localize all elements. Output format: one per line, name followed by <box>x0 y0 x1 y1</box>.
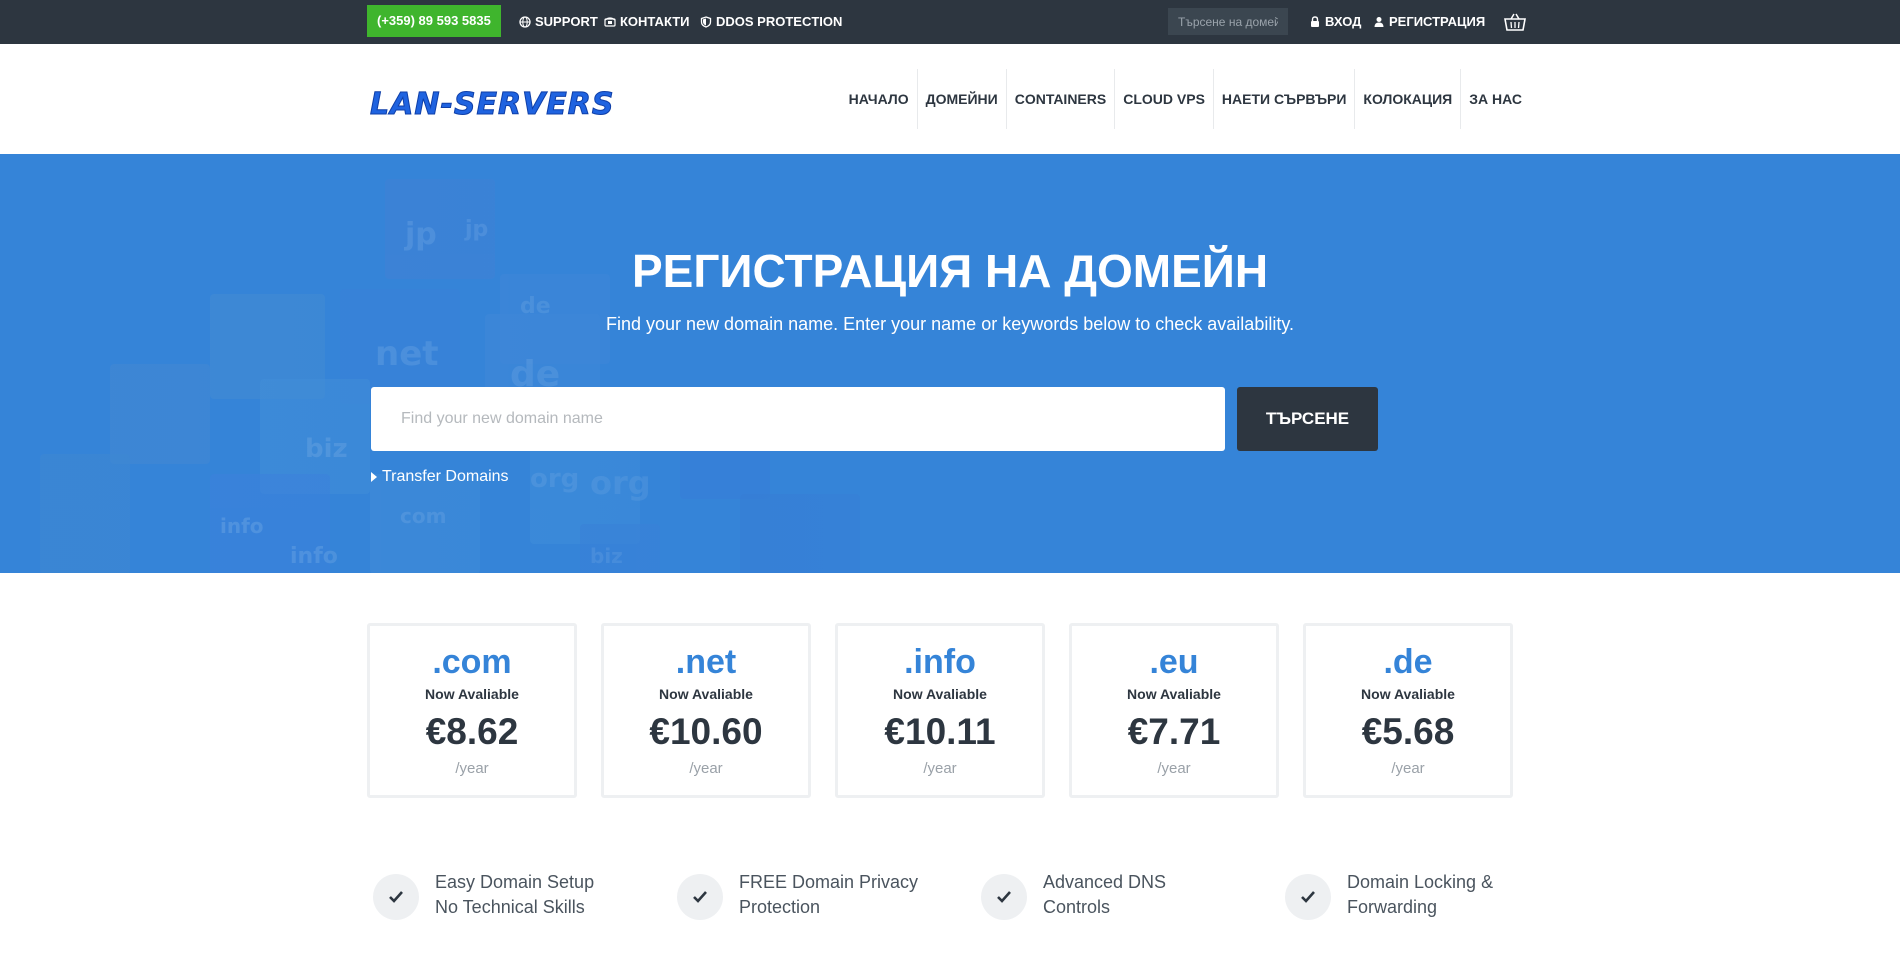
feature-line: Advanced DNS <box>1043 872 1167 892</box>
feature-line: Domain Locking & <box>1347 872 1494 892</box>
nav-item-dedicated-servers[interactable]: НАЕТИ СЪРВЪРИ <box>1212 69 1355 129</box>
check-circle <box>373 874 419 920</box>
tld-card-de[interactable]: .de Now Avaliable €5.68 /year <box>1303 623 1513 798</box>
login-link[interactable]: ВХОД <box>1309 0 1361 44</box>
tld-status: Now Avaliable <box>1127 686 1221 702</box>
tld-price: €10.11 <box>884 711 996 752</box>
feature-line: FREE Domain Privacy <box>739 872 919 892</box>
tld-card-eu[interactable]: .eu Now Avaliable €7.71 /year <box>1069 623 1279 798</box>
tld-pricing-list: .com Now Avaliable €8.62 /year .net Now … <box>367 623 1513 798</box>
check-circle <box>1285 874 1331 920</box>
support-link[interactable]: SUPPORT <box>519 0 598 44</box>
tld-status: Now Avaliable <box>1361 686 1455 702</box>
caret-right-icon <box>371 472 377 482</box>
feature-text: Easy Domain Setup No Technical Skills <box>435 870 594 920</box>
tld-period: /year <box>1391 760 1425 777</box>
phone-button[interactable]: (+359) 89 593 5835 <box>367 5 501 37</box>
phone-icon <box>604 17 616 27</box>
feature-line: Easy Domain Setup <box>435 872 595 892</box>
tld-period: /year <box>1157 760 1191 777</box>
top-bar: (+359) 89 593 5835 SUPPORT КОНТАКТИ DDOS… <box>0 0 1900 44</box>
feature-item: FREE Domain Privacy Protection <box>677 870 918 920</box>
globe-icon <box>519 16 531 28</box>
tld-price: €8.62 <box>425 711 519 752</box>
tld-name: .info <box>904 643 976 681</box>
nav-item-about[interactable]: ЗА НАС <box>1460 69 1530 129</box>
tld-name: .eu <box>1149 643 1199 681</box>
tld-price: €5.68 <box>1361 711 1455 752</box>
feature-text: FREE Domain Privacy Protection <box>739 870 918 920</box>
check-icon <box>693 891 707 903</box>
hero-section: jpjp de net de biz orgorg name infoinfo … <box>0 154 1900 573</box>
check-icon <box>1301 891 1315 903</box>
tld-price: €7.71 <box>1127 711 1221 752</box>
support-label: SUPPORT <box>535 14 598 29</box>
tld-period: /year <box>689 760 723 777</box>
check-icon <box>389 891 403 903</box>
main-nav: НАЧАЛО ДОМЕЙНИ CONTAINERS CLOUD VPS НАЕТ… <box>841 44 1530 154</box>
nav-item-domains[interactable]: ДОМЕЙНИ <box>916 69 1006 129</box>
contacts-label: КОНТАКТИ <box>620 14 690 29</box>
top-search-input[interactable] <box>1168 8 1288 35</box>
nav-item-containers[interactable]: CONTAINERS <box>1005 69 1115 129</box>
feature-text: Advanced DNS Controls <box>1043 870 1166 920</box>
site-logo[interactable]: LAN-SERVERS <box>370 86 642 121</box>
hero-title: РЕГИСТРАЦИЯ НА ДОМЕЙН <box>631 245 1269 297</box>
register-link[interactable]: РЕГИСТРАЦИЯ <box>1373 0 1485 44</box>
lock-icon <box>1311 16 1319 27</box>
ddos-label: DDOS PROTECTION <box>716 14 843 29</box>
nav-item-colocation[interactable]: КОЛОКАЦИЯ <box>1354 69 1460 129</box>
tld-name: .net <box>675 643 737 681</box>
tld-name: .de <box>1383 643 1433 681</box>
tld-card-info[interactable]: .info Now Avaliable €10.11 /year <box>835 623 1045 798</box>
tld-status: Now Avaliable <box>425 686 519 702</box>
transfer-domains-label: Transfer Domains <box>382 468 509 485</box>
check-icon <box>997 891 1011 903</box>
check-circle <box>981 874 1027 920</box>
logo-text: LAN-SERVERS <box>370 87 615 120</box>
tld-status: Now Avaliable <box>659 686 753 702</box>
ddos-link[interactable]: DDOS PROTECTION <box>700 0 842 44</box>
register-label: РЕГИСТРАЦИЯ <box>1389 14 1486 29</box>
tld-period: /year <box>455 760 489 777</box>
feature-line: Controls <box>1043 897 1111 917</box>
feature-line: Forwarding <box>1347 897 1438 917</box>
shield-icon <box>700 16 712 28</box>
feature-item: Advanced DNS Controls <box>981 870 1166 920</box>
tld-name: .com <box>432 643 512 681</box>
basket-icon[interactable] <box>1504 12 1526 32</box>
transfer-domains-link[interactable]: Transfer Domains <box>371 468 509 486</box>
hero-overlay <box>0 154 1900 573</box>
feature-line: Protection <box>739 897 821 917</box>
nav-item-home[interactable]: НАЧАЛО <box>841 69 917 129</box>
feature-item: Domain Locking & Forwarding <box>1285 870 1493 920</box>
domain-search-button[interactable]: ТЪРСЕНЕ <box>1237 387 1378 451</box>
nav-item-cloud-vps[interactable]: CLOUD VPS <box>1114 69 1213 129</box>
login-label: ВХОД <box>1325 14 1362 29</box>
contacts-link[interactable]: КОНТАКТИ <box>604 0 690 44</box>
tld-price: €10.60 <box>649 711 763 752</box>
tld-period: /year <box>923 760 957 777</box>
tld-status: Now Avaliable <box>893 686 987 702</box>
feature-item: Easy Domain Setup No Technical Skills <box>373 870 594 920</box>
feature-line: No Technical Skills <box>435 897 585 917</box>
check-circle <box>677 874 723 920</box>
user-icon <box>1374 17 1384 27</box>
tld-card-com[interactable]: .com Now Avaliable €8.62 /year <box>367 623 577 798</box>
hero-subtitle: Find your new domain name. Enter your na… <box>606 314 1294 334</box>
tld-card-net[interactable]: .net Now Avaliable €10.60 /year <box>601 623 811 798</box>
domain-search-input[interactable] <box>371 387 1225 451</box>
feature-text: Domain Locking & Forwarding <box>1347 870 1493 920</box>
